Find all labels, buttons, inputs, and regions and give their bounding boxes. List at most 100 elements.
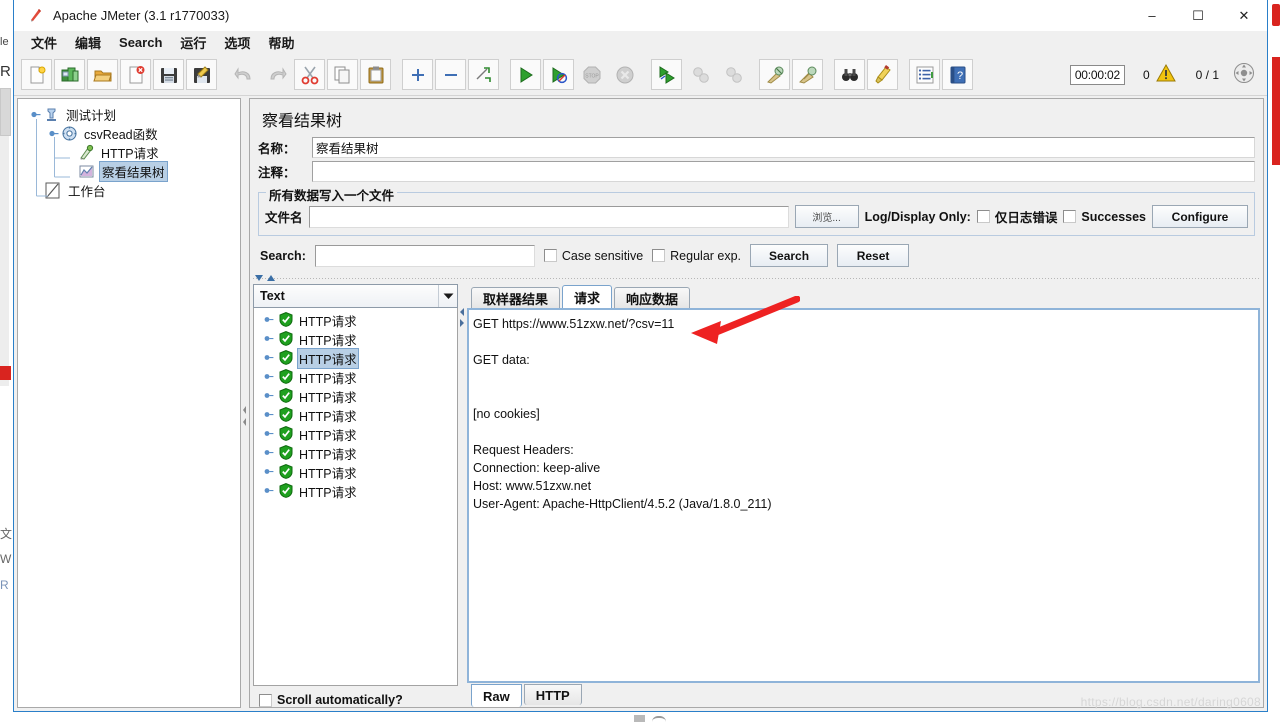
list-item[interactable]: HTTP请求 <box>254 330 457 349</box>
stop-threads-icon[interactable] <box>1233 62 1255 87</box>
shutdown-icon[interactable] <box>609 59 640 90</box>
tree-handle-icon[interactable] <box>264 352 277 366</box>
tree-node-workbench[interactable]: 工作台 <box>18 181 240 200</box>
menu-options[interactable]: 选项 <box>215 31 259 54</box>
shutdown-remote-all-icon[interactable] <box>717 59 748 90</box>
tree-handle-icon[interactable] <box>264 409 277 423</box>
scroll-automatically-checkbox[interactable]: Scroll automatically? <box>259 693 458 707</box>
clear-all-icon[interactable] <box>792 59 823 90</box>
tree-handle-icon[interactable] <box>264 485 277 499</box>
split-grip-icon[interactable] <box>243 403 247 429</box>
tree-handle-icon[interactable] <box>264 428 277 442</box>
chevron-down-icon[interactable] <box>438 285 457 307</box>
tree-handle-icon[interactable] <box>264 371 277 385</box>
list-item[interactable]: HTTP请求 <box>254 482 457 501</box>
checkbox-box[interactable] <box>1063 210 1076 223</box>
start-icon[interactable] <box>510 59 541 90</box>
split-arrows-icon[interactable] <box>255 274 277 283</box>
tab-http[interactable]: HTTP <box>524 684 582 705</box>
toggle-icon[interactable] <box>468 59 499 90</box>
results-split-divider[interactable] <box>253 273 1260 284</box>
window-titlebar[interactable]: Apache JMeter (3.1 r1770033) – ☐ ✕ <box>14 0 1267 31</box>
list-item[interactable]: HTTP请求 <box>254 368 457 387</box>
minimize-button[interactable]: – <box>1129 0 1175 31</box>
checkbox-box[interactable] <box>977 210 990 223</box>
main-split-divider[interactable] <box>241 98 249 708</box>
tab-raw[interactable]: Raw <box>471 684 522 707</box>
tree-handle-icon[interactable] <box>264 447 277 461</box>
menu-search[interactable]: Search <box>110 33 171 52</box>
undo-icon[interactable] <box>228 59 259 90</box>
checkbox-box[interactable] <box>652 249 665 262</box>
tab-sampler-result[interactable]: 取样器结果 <box>471 287 560 308</box>
list-item[interactable]: HTTP请求 <box>254 311 457 330</box>
copy-icon[interactable] <box>327 59 358 90</box>
collapse-all-icon[interactable] <box>435 59 466 90</box>
results-list[interactable]: HTTP请求 HTTP请求 HTTP请求 <box>253 308 458 686</box>
checkbox-box[interactable] <box>259 694 272 707</box>
tab-request[interactable]: 请求 <box>562 285 612 308</box>
case-sensitive-checkbox[interactable]: Case sensitive <box>544 249 643 263</box>
list-item[interactable]: HTTP请求 <box>254 387 457 406</box>
warning-triangle-icon[interactable] <box>1156 64 1176 85</box>
tree-handle-icon[interactable] <box>264 314 277 328</box>
expand-handle-icon[interactable] <box>48 128 59 139</box>
tree-handle-icon[interactable] <box>264 466 277 480</box>
tab-response-data[interactable]: 响应数据 <box>614 287 690 308</box>
renderer-combo[interactable]: Text <box>253 284 458 308</box>
tree-node-test-plan[interactable]: 测试计划 <box>18 105 240 124</box>
save-as-icon[interactable] <box>186 59 217 90</box>
list-item[interactable]: HTTP请求 <box>254 425 457 444</box>
menu-run[interactable]: 运行 <box>171 31 215 54</box>
list-item[interactable]: HTTP请求 <box>254 463 457 482</box>
save-icon[interactable] <box>153 59 184 90</box>
expand-handle-icon[interactable] <box>30 109 41 120</box>
clear-icon[interactable] <box>759 59 790 90</box>
search-button[interactable]: Search <box>750 244 828 267</box>
tree-handle-icon[interactable] <box>264 390 277 404</box>
tree-handle-icon[interactable] <box>264 333 277 347</box>
start-no-pauses-icon[interactable] <box>543 59 574 90</box>
open-icon[interactable] <box>87 59 118 90</box>
redo-icon[interactable] <box>261 59 292 90</box>
close-button[interactable]: ✕ <box>1221 0 1267 31</box>
menu-file[interactable]: 文件 <box>22 31 66 54</box>
maximize-button[interactable]: ☐ <box>1175 0 1221 31</box>
split-grip-icon[interactable] <box>459 306 465 331</box>
function-helper-icon[interactable] <box>909 59 940 90</box>
browse-button[interactable]: 浏览... <box>795 205 859 228</box>
errors-only-checkbox[interactable]: 仅日志错误 <box>977 207 1058 226</box>
name-input[interactable]: 察看结果树 <box>312 137 1255 158</box>
menu-help[interactable]: 帮助 <box>259 31 303 54</box>
configure-button[interactable]: Configure <box>1152 205 1248 228</box>
request-textarea[interactable]: GET https://www.51zxw.net/?csv=11 GET da… <box>467 308 1260 683</box>
new-icon[interactable] <box>21 59 52 90</box>
list-item[interactable]: HTTP请求 <box>254 349 457 368</box>
checkbox-box[interactable] <box>544 249 557 262</box>
stop-icon[interactable]: STOP <box>576 59 607 90</box>
comment-input[interactable] <box>312 161 1255 182</box>
tree-node-view-results-tree[interactable]: 察看结果树 <box>18 162 240 181</box>
regular-exp-checkbox[interactable]: Regular exp. <box>652 249 741 263</box>
filename-input[interactable] <box>309 206 789 228</box>
reset-button[interactable]: Reset <box>837 244 909 267</box>
help-icon[interactable]: ? <box>942 59 973 90</box>
tree-node-thread-group[interactable]: csvRead函数 <box>18 124 240 143</box>
list-item[interactable]: HTTP请求 <box>254 406 457 425</box>
close-icon[interactable] <box>120 59 151 90</box>
results-detail-divider[interactable] <box>458 284 467 707</box>
test-plan-tree[interactable]: 测试计划 csvRead函数 <box>17 98 241 708</box>
successes-checkbox[interactable]: Successes <box>1063 210 1146 224</box>
cut-icon[interactable] <box>294 59 325 90</box>
paste-icon[interactable] <box>360 59 391 90</box>
expand-all-icon[interactable] <box>402 59 433 90</box>
list-item[interactable]: HTTP请求 <box>254 444 457 463</box>
start-remote-all-icon[interactable] <box>651 59 682 90</box>
templates-icon[interactable] <box>54 59 85 90</box>
search-input[interactable] <box>315 245 535 267</box>
reset-search-icon[interactable] <box>867 59 898 90</box>
menu-edit[interactable]: 编辑 <box>66 31 110 54</box>
search-binoculars-icon[interactable] <box>834 59 865 90</box>
tree-node-http-request[interactable]: HTTP请求 <box>18 143 240 162</box>
stop-remote-all-icon[interactable] <box>684 59 715 90</box>
